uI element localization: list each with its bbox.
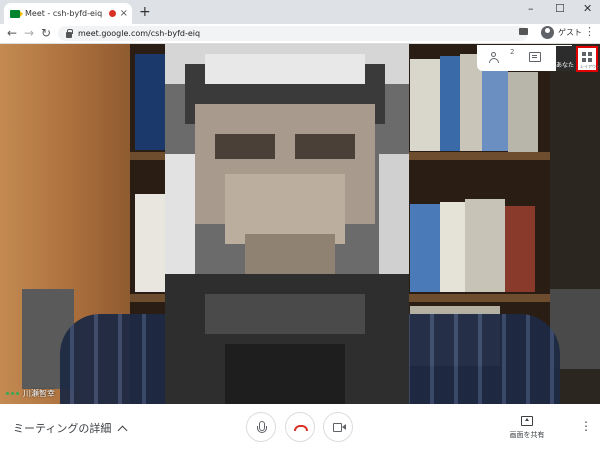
browser-toolbar: ← → ↻ meet.google.com/csh-byfd-eiq — [0, 24, 600, 44]
profile-button[interactable]: ゲスト — [541, 26, 582, 39]
video-camera-icon — [333, 423, 346, 432]
pixelated-speaker-face — [165, 44, 409, 404]
phone-hangup-icon — [294, 425, 308, 431]
more-options-button[interactable]: ⋮ — [580, 420, 592, 432]
chevron-up-icon — [117, 425, 128, 435]
browser-menu-button[interactable]: ⋮ — [584, 26, 595, 37]
camera-button[interactable] — [323, 412, 353, 442]
microphone-stand-icon — [257, 426, 267, 433]
meet-favicon-icon — [10, 9, 23, 18]
hang-up-button[interactable] — [285, 412, 315, 442]
meeting-details-button[interactable]: ミーティングの詳細 — [13, 420, 128, 436]
chat-icon[interactable] — [529, 52, 541, 62]
speaker-name-tag: 川瀬智幸 — [6, 388, 55, 399]
forward-button[interactable]: → — [24, 27, 34, 39]
url-text: meet.google.com/csh-byfd-eiq — [78, 29, 201, 38]
window-close-button[interactable]: ✕ — [583, 3, 592, 14]
main-video: 2 あなた レイアウト 川瀬智幸 — [0, 44, 600, 404]
layout-button[interactable]: レイアウト — [576, 46, 600, 72]
meet-bottom-bar: ミーティングの詳細 画面を共有 ⋮ — [0, 404, 600, 451]
speaker-name: 川瀬智幸 — [23, 389, 55, 398]
new-tab-button[interactable]: + — [139, 5, 151, 19]
microphone-button[interactable] — [246, 412, 276, 442]
grid-layout-icon — [582, 52, 592, 62]
participant-count: 2 — [510, 48, 515, 56]
recording-indicator-icon — [108, 10, 116, 17]
browser-tab[interactable]: Meet - csh-byfd-eiq × — [4, 3, 132, 24]
self-thumb-label: あなた — [556, 62, 575, 69]
lock-icon — [66, 28, 73, 38]
layout-button-label: レイアウト — [580, 64, 600, 69]
address-bar[interactable]: meet.google.com/csh-byfd-eiq — [58, 26, 528, 41]
tab-close-icon[interactable]: × — [120, 8, 128, 19]
people-icon[interactable] — [489, 51, 505, 65]
audio-level-icon — [6, 392, 19, 395]
present-screen-button[interactable]: 画面を共有 — [502, 416, 552, 440]
back-button[interactable]: ← — [7, 27, 17, 39]
camera-in-use-icon[interactable] — [519, 28, 528, 35]
present-screen-label: 画面を共有 — [509, 431, 545, 439]
minimize-button[interactable]: – — [528, 3, 534, 14]
guest-avatar-icon — [541, 26, 554, 39]
profile-label: ゲスト — [558, 28, 582, 37]
reload-button[interactable]: ↻ — [41, 27, 51, 39]
meeting-details-label: ミーティングの詳細 — [13, 422, 112, 435]
self-video-thumbnail[interactable]: あなた — [556, 46, 578, 71]
maximize-button[interactable]: ☐ — [555, 3, 565, 14]
present-screen-icon — [521, 416, 533, 426]
browser-tabstrip: Meet - csh-byfd-eiq × + – ☐ ✕ — [0, 0, 600, 24]
tab-title: Meet - csh-byfd-eiq — [25, 9, 103, 18]
